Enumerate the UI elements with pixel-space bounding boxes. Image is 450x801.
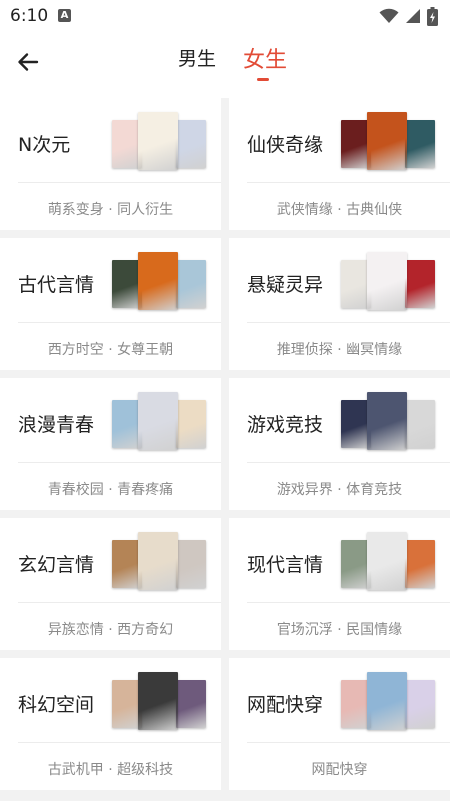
book-covers xyxy=(112,672,210,734)
book-cover-thumbnail xyxy=(138,252,178,310)
book-cover-thumbnail xyxy=(405,260,435,308)
book-cover-thumbnail xyxy=(176,260,206,308)
book-covers xyxy=(341,532,439,594)
book-cover-thumbnail xyxy=(367,532,407,590)
category-card[interactable]: 网配快穿 网配快穿 xyxy=(229,658,450,790)
book-cover-thumbnail xyxy=(405,120,435,168)
notification-icon: A xyxy=(58,9,71,22)
category-tags: 官场沉浮 · 民国情缘 xyxy=(276,622,403,638)
book-covers xyxy=(112,252,210,314)
tab-male[interactable]: 男生 xyxy=(178,44,216,71)
divider xyxy=(247,462,450,463)
status-bar: 6:10 A xyxy=(0,0,450,32)
category-title: 科幻空间 xyxy=(18,694,95,716)
category-card[interactable]: 浪漫青春 青春校园 · 青春疼痛 xyxy=(0,378,221,510)
category-card[interactable]: 现代言情 官场沉浮 · 民国情缘 xyxy=(229,518,450,650)
category-title: N次元 xyxy=(18,134,71,156)
book-covers xyxy=(112,112,210,174)
category-title: 古代言情 xyxy=(18,274,95,296)
book-cover-thumbnail xyxy=(405,680,435,728)
divider xyxy=(247,322,450,323)
book-covers xyxy=(341,392,439,454)
category-title: 悬疑灵异 xyxy=(247,274,324,296)
tab-female[interactable]: 女生 xyxy=(243,42,287,74)
book-cover-thumbnail xyxy=(176,400,206,448)
book-cover-thumbnail xyxy=(138,112,178,170)
category-tags: 游戏异界 · 体育竞技 xyxy=(276,482,403,498)
category-tags: 萌系变身 · 同人衍生 xyxy=(47,202,174,218)
divider xyxy=(18,182,221,183)
category-title: 玄幻言情 xyxy=(18,554,95,576)
book-cover-thumbnail xyxy=(367,252,407,310)
category-tags: 青春校园 · 青春疼痛 xyxy=(47,482,174,498)
book-cover-thumbnail xyxy=(138,672,178,730)
book-cover-thumbnail xyxy=(176,680,206,728)
category-title: 现代言情 xyxy=(247,554,324,576)
category-card[interactable]: 古代言情 西方时空 · 女尊王朝 xyxy=(0,238,221,370)
category-title: 仙侠奇缘 xyxy=(247,134,324,156)
divider xyxy=(18,322,221,323)
book-cover-thumbnail xyxy=(176,540,206,588)
status-icons xyxy=(379,6,438,26)
book-cover-thumbnail xyxy=(405,400,435,448)
divider xyxy=(18,742,221,743)
book-covers xyxy=(341,252,439,314)
category-card[interactable]: 悬疑灵异 推理侦探 · 幽冥情缘 xyxy=(229,238,450,370)
status-time: 6:10 xyxy=(10,6,49,26)
category-tags: 古武机甲 · 超级科技 xyxy=(47,762,174,778)
category-card[interactable]: 科幻空间 古武机甲 · 超级科技 xyxy=(0,658,221,790)
category-tags: 西方时空 · 女尊王朝 xyxy=(47,342,174,358)
category-tags: 推理侦探 · 幽冥情缘 xyxy=(276,342,403,358)
book-covers xyxy=(112,532,210,594)
book-cover-thumbnail xyxy=(367,112,407,170)
category-title: 浪漫青春 xyxy=(18,414,95,436)
book-covers xyxy=(341,112,439,174)
book-cover-thumbnail xyxy=(367,392,407,450)
category-title: 游戏竞技 xyxy=(247,414,324,436)
category-tags: 异族恋情 · 西方奇幻 xyxy=(47,622,174,638)
back-arrow-icon xyxy=(18,53,39,71)
book-cover-thumbnail xyxy=(138,392,178,450)
category-card[interactable]: 仙侠奇缘 武侠情缘 · 古典仙侠 xyxy=(229,98,450,230)
book-cover-thumbnail xyxy=(367,672,407,730)
category-card[interactable]: 玄幻言情 异族恋情 · 西方奇幻 xyxy=(0,518,221,650)
book-covers xyxy=(112,392,210,454)
divider xyxy=(247,602,450,603)
category-title: 网配快穿 xyxy=(247,694,324,716)
book-cover-thumbnail xyxy=(138,532,178,590)
category-card[interactable]: 游戏竞技 游戏异界 · 体育竞技 xyxy=(229,378,450,510)
category-card[interactable]: N次元 萌系变身 · 同人衍生 xyxy=(0,98,221,230)
divider xyxy=(247,742,450,743)
category-tags: 武侠情缘 · 古典仙侠 xyxy=(276,202,403,218)
divider xyxy=(247,182,450,183)
divider xyxy=(18,602,221,603)
book-cover-thumbnail xyxy=(176,120,206,168)
book-covers xyxy=(341,672,439,734)
active-tab-indicator xyxy=(257,78,269,81)
signal-icon xyxy=(406,9,420,23)
category-tags: 网配快穿 xyxy=(311,762,368,778)
top-header: 男生 女生 xyxy=(0,32,450,98)
book-cover-thumbnail xyxy=(405,540,435,588)
divider xyxy=(18,462,221,463)
battery-icon xyxy=(427,6,438,26)
wifi-icon xyxy=(379,8,399,23)
back-button[interactable] xyxy=(12,46,44,78)
